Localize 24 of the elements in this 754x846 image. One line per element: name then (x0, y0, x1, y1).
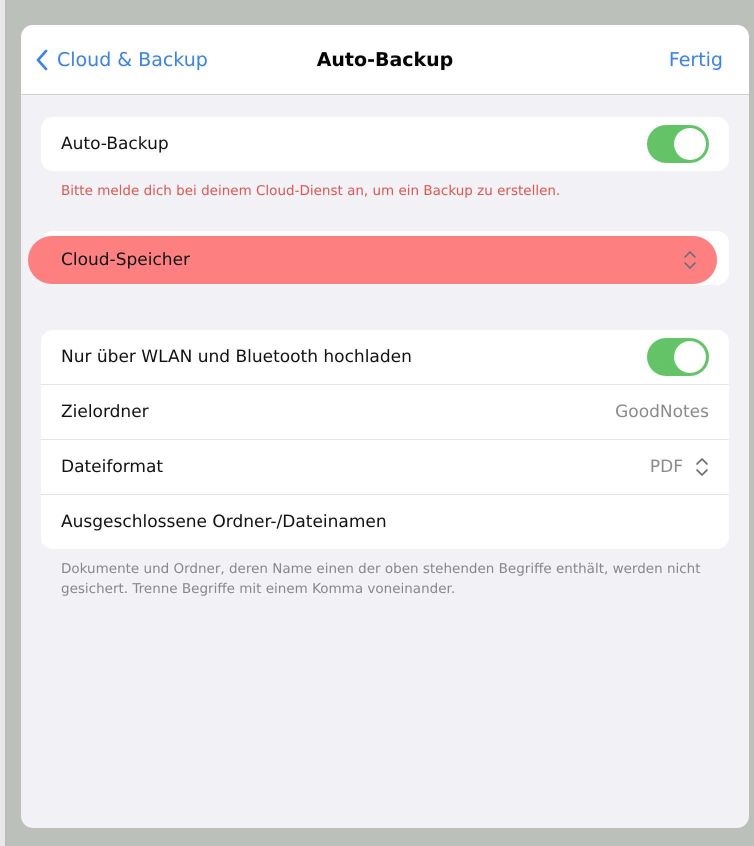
chevron-left-icon (35, 48, 49, 70)
toggle-switch[interactable] (647, 125, 709, 163)
row-value: PDF (650, 457, 683, 477)
settings-row[interactable]: Ausgeschlossene Ordner-/Dateinamen (41, 494, 729, 549)
settings-row[interactable]: Cloud-Speicher (28, 236, 717, 284)
row-label: Ausgeschlossene Ordner-/Dateinamen (61, 512, 388, 532)
row-label: Cloud-Speicher (61, 250, 192, 270)
row-label: Auto-Backup (61, 134, 170, 154)
settings-row[interactable]: Auto-Backup (41, 117, 729, 171)
back-button[interactable]: Cloud & Backup (35, 48, 208, 70)
error-message: Bitte melde dich bei deinem Cloud-Dienst an, um ein Backup zu erstellen. (60, 182, 562, 201)
toggle-switch[interactable] (647, 338, 709, 376)
footer-note: Dokumente und Ordner, deren Name einen der oben stehenden Begriffe enthält, werden nicht gesichert. Trenne Begriffe mit einem Komma voneinander. (60, 560, 702, 599)
done-button[interactable]: Fertig (668, 48, 723, 70)
settings-row[interactable]: Dateiformat PDF (41, 439, 729, 494)
row-label: Nur über WLAN und Bluetooth hochladen (61, 347, 413, 367)
row-value: GoodNotes (615, 402, 709, 422)
settings-row[interactable]: Zielordner GoodNotes (41, 384, 729, 439)
settings-row[interactable]: Nur über WLAN und Bluetooth hochladen (41, 330, 729, 384)
up-down-chevron-icon (683, 249, 697, 271)
up-down-chevron-icon (695, 456, 709, 478)
row-label: Zielordner (61, 402, 150, 422)
row-label: Dateiformat (61, 457, 164, 477)
sheet-title: Auto-Backup (316, 48, 454, 70)
